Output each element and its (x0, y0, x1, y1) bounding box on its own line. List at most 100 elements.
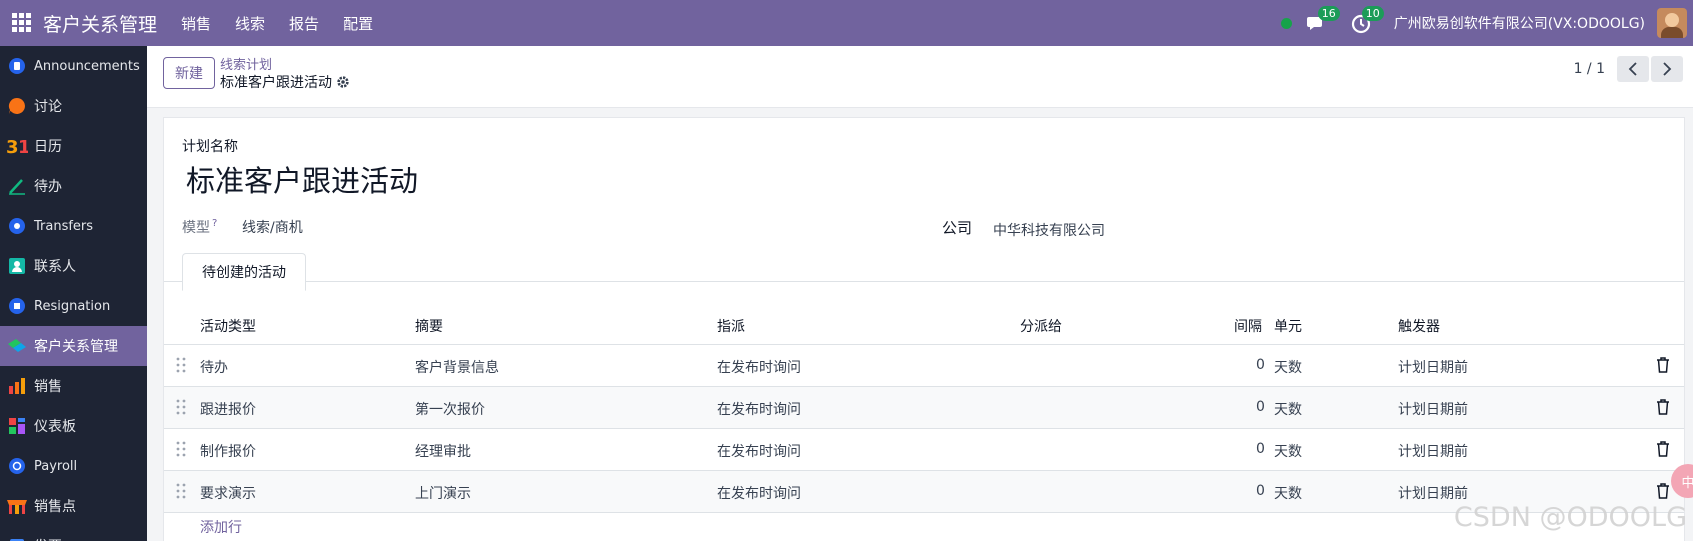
invoice-icon (6, 535, 28, 541)
gear-icon[interactable] (336, 75, 350, 89)
activity-button[interactable]: 10 (1350, 6, 1384, 34)
sidebar-item-invoicing[interactable]: 发票 (0, 526, 147, 541)
breadcrumb-parent-link[interactable]: 线索计划 (220, 54, 272, 73)
sidebar-item-label: 销售点 (34, 499, 76, 515)
table-row[interactable]: 跟进报价 第一次报价 在发布时询问 0 天数 计划日期前 (164, 387, 1684, 429)
cell-unit: 天数 (1274, 486, 1302, 502)
apps-menu-icon[interactable] (12, 13, 32, 33)
menu-configuration[interactable]: 配置 (331, 13, 385, 34)
cell-interval: 0 (1256, 357, 1265, 373)
sidebar-item-dashboard[interactable]: 仪表板 (0, 406, 147, 446)
sidebar-item-pos[interactable]: 销售点 (0, 486, 147, 526)
table-row[interactable]: 待办 客户背景信息 在发布时询问 0 天数 计划日期前 (164, 345, 1684, 387)
cell-interval: 0 (1256, 399, 1265, 415)
cell-trigger: 计划日期前 (1398, 402, 1468, 418)
breadcrumb-current-label: 标准客户跟进活动 (220, 75, 332, 91)
sidebar-item-crm[interactable]: 客户关系管理 (0, 326, 147, 366)
activity-badge: 10 (1361, 6, 1384, 21)
model-label: 模型? (182, 217, 217, 237)
trash-icon[interactable] (1656, 441, 1670, 457)
dashboard-icon (6, 415, 28, 437)
cell-assignment: 在发布时询问 (717, 360, 801, 376)
cell-activity-type: 要求演示 (200, 486, 256, 502)
sidebar-item-label: Payroll (34, 458, 78, 474)
model-field[interactable]: 线索/商机 (242, 217, 303, 237)
pager-previous-button[interactable] (1617, 56, 1649, 82)
sales-icon (6, 375, 28, 397)
sidebar-item-contacts[interactable]: 联系人 (0, 246, 147, 286)
app-name[interactable]: 客户关系管理 (43, 10, 157, 37)
pos-icon (6, 495, 28, 517)
sidebar-item-label: 讨论 (34, 99, 62, 115)
cell-activity-type: 跟进报价 (200, 402, 256, 418)
drag-handle-icon[interactable] (176, 399, 186, 415)
column-assignment[interactable]: 指派 (717, 316, 745, 336)
model-help-tooltip[interactable]: ? (212, 218, 217, 229)
tab-activities-to-create[interactable]: 待创建的活动 (182, 253, 306, 291)
top-navbar: 客户关系管理 销售 线索 报告 配置 16 10 广州欧易创软件有限公司(VX:… (0, 0, 1693, 46)
trash-icon[interactable] (1656, 483, 1670, 499)
drag-handle-icon[interactable] (176, 483, 186, 499)
menu-leads[interactable]: 线索 (223, 13, 277, 34)
cell-assignment: 在发布时询问 (717, 444, 801, 460)
column-assigned-to[interactable]: 分派给 (1020, 316, 1062, 336)
trash-icon[interactable] (1656, 399, 1670, 415)
cell-trigger: 计划日期前 (1398, 360, 1468, 376)
column-activity-type[interactable]: 活动类型 (200, 316, 256, 336)
sidebar-item-label: 销售 (34, 379, 62, 395)
cell-trigger: 计划日期前 (1398, 486, 1468, 502)
cell-assignment: 在发布时询问 (717, 402, 801, 418)
chevron-right-icon (1663, 62, 1672, 76)
plan-name-field[interactable]: 标准客户跟进活动 (186, 158, 418, 200)
sidebar-item-resignation[interactable]: Resignation (0, 286, 147, 326)
transfers-icon (6, 215, 28, 237)
drag-handle-icon[interactable] (176, 441, 186, 457)
sidebar-item-label: 仪表板 (34, 419, 76, 435)
column-summary[interactable]: 摘要 (415, 316, 443, 336)
form-sheet: 计划名称 标准客户跟进活动 模型? 线索/商机 公司 中华科技有限公司 待创建的… (163, 117, 1685, 541)
watermark: CSDN @ODOOLG (1453, 502, 1687, 533)
pager-value[interactable]: 1 / 1 (1574, 61, 1605, 77)
crm-icon (6, 335, 28, 357)
app-sidebar: Announcements 讨论 31 日历 待办 Transfers 联系人 … (0, 46, 147, 541)
company-switcher[interactable]: 广州欧易创软件有限公司(VX:ODOOLG) (1394, 13, 1645, 33)
menu-sales[interactable]: 销售 (169, 13, 223, 34)
sidebar-item-label: 联系人 (34, 259, 76, 275)
company-field[interactable]: 中华科技有限公司 (993, 220, 1105, 240)
top-menu: 销售 线索 报告 配置 (169, 13, 385, 34)
contacts-icon (6, 255, 28, 277)
model-label-text: 模型 (182, 220, 210, 236)
announcements-icon (6, 55, 28, 77)
sidebar-item-label: 待办 (34, 179, 62, 195)
column-unit[interactable]: 单元 (1274, 316, 1302, 336)
todo-icon (6, 175, 28, 197)
cell-interval: 0 (1256, 441, 1265, 457)
column-trigger[interactable]: 触发器 (1398, 316, 1440, 336)
pager-next-button[interactable] (1651, 56, 1683, 82)
online-status-indicator (1280, 17, 1292, 29)
cell-unit: 天数 (1274, 360, 1302, 376)
user-avatar[interactable] (1657, 8, 1687, 38)
sidebar-item-announcements[interactable]: Announcements (0, 46, 147, 86)
payroll-icon (6, 455, 28, 477)
cell-summary: 客户背景信息 (415, 360, 499, 376)
sidebar-item-discuss[interactable]: 讨论 (0, 86, 147, 126)
menu-reports[interactable]: 报告 (277, 13, 331, 34)
breadcrumb-current: 标准客户跟进活动 (220, 72, 350, 92)
cell-unit: 天数 (1274, 444, 1302, 460)
sidebar-item-calendar[interactable]: 31 日历 (0, 126, 147, 166)
svg-text:3: 3 (6, 137, 19, 156)
sidebar-item-payroll[interactable]: Payroll (0, 446, 147, 486)
sidebar-item-transfers[interactable]: Transfers (0, 206, 147, 246)
trash-icon[interactable] (1656, 357, 1670, 373)
drag-handle-icon[interactable] (176, 357, 186, 373)
cell-unit: 天数 (1274, 402, 1302, 418)
sidebar-item-sales[interactable]: 销售 (0, 366, 147, 406)
new-button[interactable]: 新建 (163, 57, 215, 89)
messaging-button[interactable]: 16 (1306, 6, 1340, 34)
column-interval[interactable]: 间隔 (1234, 316, 1262, 336)
add-line-link[interactable]: 添加行 (200, 517, 242, 537)
table-row[interactable]: 制作报价 经理审批 在发布时询问 0 天数 计划日期前 (164, 429, 1684, 471)
company-label: 公司 (942, 219, 973, 237)
sidebar-item-todo[interactable]: 待办 (0, 166, 147, 206)
